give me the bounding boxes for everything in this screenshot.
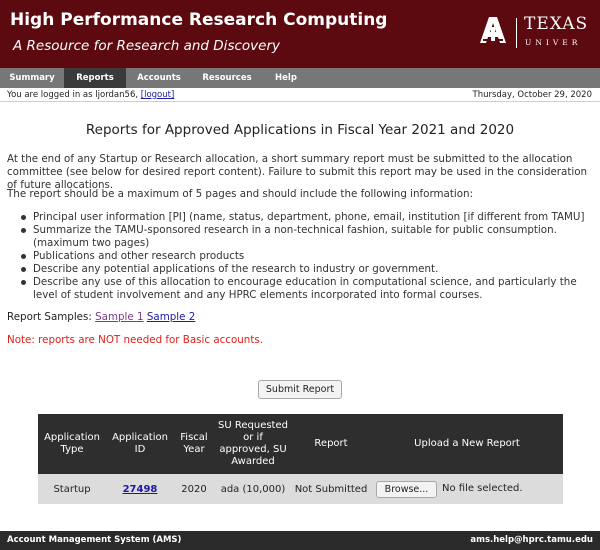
table-header: Application Type Application ID Fiscal Y… (38, 414, 563, 474)
sample-1-link[interactable]: Sample 1 (95, 311, 143, 323)
page-footer: Account Management System (AMS) ams.help… (0, 531, 600, 550)
file-selection-status: No file selected. (442, 483, 523, 494)
logout-link[interactable]: [logout] (141, 90, 175, 100)
site-subtitle: A Resource for Research and Discovery (13, 38, 280, 54)
applications-table: Application Type Application ID Fiscal Y… (38, 414, 563, 504)
current-date: Thursday, October 29, 2020 (472, 90, 593, 100)
nav-tab-help[interactable]: Help (262, 68, 310, 88)
table-row: Startup 27498 2020 ada (10,000) Not Subm… (38, 474, 563, 504)
intro-paragraph: At the end of any Startup or Research al… (7, 153, 588, 191)
cell-su-awarded: ada (10,000) (220, 483, 286, 495)
list-item: Summarize the TAMU-sponsored research in… (19, 224, 589, 250)
header-su-requested: SU Requested or if approved, SU Awarded (218, 420, 288, 467)
logo-tagline: UNIVER (525, 38, 582, 47)
help-email-link[interactable]: ams.help@hprc.tamu.edu (470, 531, 593, 550)
submit-report-button[interactable]: Submit Report (258, 380, 342, 399)
atm-logo-icon (480, 17, 506, 43)
list-item: Publications and other research products (19, 250, 589, 263)
browse-file-button[interactable]: Browse... (376, 481, 437, 498)
login-info: You are logged in as ljordan56, [logout] (7, 88, 174, 102)
logo-wordmark: TEXAS (524, 14, 589, 34)
nav-tab-accounts[interactable]: Accounts (126, 68, 192, 88)
logo-divider (516, 18, 517, 48)
header-application-type: Application Type (44, 432, 100, 455)
login-text: You are logged in as ljordan56, (7, 90, 139, 100)
site-banner: High Performance Research Computing A Re… (0, 0, 600, 68)
site-title: High Performance Research Computing (10, 10, 388, 30)
login-status-bar: You are logged in as ljordan56, [logout]… (0, 88, 600, 102)
report-samples: Report Samples: Sample 1 Sample 2 (7, 311, 195, 324)
nav-tab-summary[interactable]: Summary (0, 68, 64, 88)
header-application-id: Application ID (112, 432, 168, 455)
cell-application-id: 27498 (106, 474, 174, 504)
cell-report-status: Not Submitted (294, 483, 368, 495)
header-fiscal-year: Fiscal Year (180, 432, 208, 455)
list-item: Describe any use of this allocation to e… (19, 276, 589, 302)
basic-accounts-note: Note: reports are NOT needed for Basic a… (7, 334, 263, 346)
sample-2-link[interactable]: Sample 2 (147, 311, 195, 323)
requirements-intro: The report should be a maximum of 5 page… (7, 188, 474, 200)
main-nav: Summary Reports Accounts Resources Help (0, 68, 600, 88)
page-title: Reports for Approved Applications in Fis… (85, 122, 515, 138)
nav-tab-reports[interactable]: Reports (64, 68, 126, 88)
list-item: Describe any potential applications of t… (19, 263, 589, 276)
header-report: Report (314, 438, 348, 449)
cell-application-type: Startup (53, 483, 91, 495)
list-item: Principal user information [PI] (name, s… (19, 211, 589, 224)
header-upload-report: Upload a New Report (414, 438, 520, 449)
requirements-list: Principal user information [PI] (name, s… (19, 211, 589, 302)
cell-fiscal-year: 2020 (181, 483, 207, 495)
application-id-link[interactable]: 27498 (123, 484, 158, 495)
nav-tab-resources[interactable]: Resources (192, 68, 262, 88)
university-logo[interactable]: TEXAS UNIVER (478, 14, 600, 54)
samples-label: Report Samples: (7, 311, 92, 323)
footer-system-name: Account Management System (AMS) (7, 535, 182, 545)
